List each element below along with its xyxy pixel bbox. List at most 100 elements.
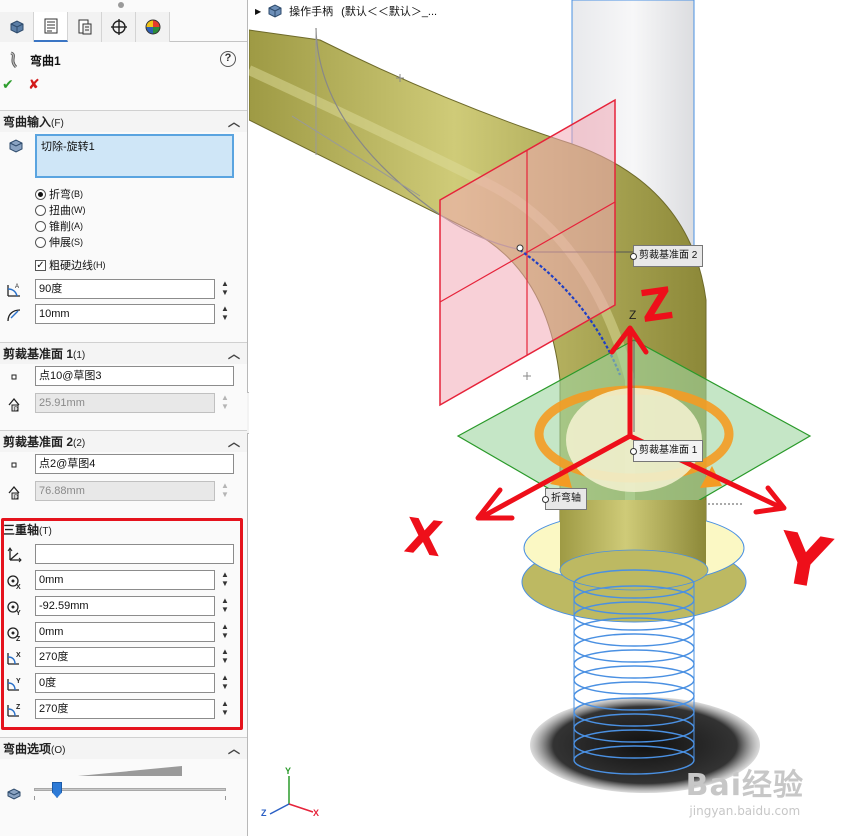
bend-radius-field[interactable]: 10mm xyxy=(35,304,215,324)
z-position-icon: Z xyxy=(4,623,24,643)
chevron-up-icon[interactable]: ︿ xyxy=(228,738,240,760)
flex-input-header[interactable]: 弯曲输入(F) ︿ xyxy=(0,110,247,133)
bend-angle-field[interactable]: 90度 xyxy=(35,279,215,299)
triad-selection-field[interactable] xyxy=(35,544,234,564)
trim-plane-1-header[interactable]: 剪裁基准面 1(1) ︿ xyxy=(0,342,247,365)
point-icon xyxy=(4,367,24,387)
callout-bend-axis-label: 折弯轴 xyxy=(551,493,581,504)
svg-text:A: A xyxy=(15,284,19,290)
y-rotation-spinner[interactable]: ▲ ▼ xyxy=(219,673,231,693)
watermark-brand: Bai经验 xyxy=(685,768,804,803)
y-rotation-field[interactable]: 0度 xyxy=(35,673,215,693)
y-rotation-icon: Y xyxy=(4,674,24,694)
tab-property-manager[interactable] xyxy=(34,12,68,42)
x-position-field[interactable]: 0mm xyxy=(35,570,215,590)
triad-z-label: Z xyxy=(629,308,637,322)
tab-dimxpert-manager[interactable] xyxy=(102,12,136,42)
trim-plane-2-entity-field[interactable]: 点2@草图4 xyxy=(35,454,234,474)
chevron-up-icon[interactable]: ︿ xyxy=(228,343,240,365)
triad-header[interactable]: 三重轴(T) xyxy=(0,519,247,541)
feature-manager-icon xyxy=(10,20,23,34)
feature-title: 弯曲1 xyxy=(30,53,61,68)
radio-dot[interactable] xyxy=(35,220,46,232)
hard-edges-label: 粗硬边线 xyxy=(49,260,93,272)
accuracy-slider-track[interactable] xyxy=(34,788,226,791)
y-position-spinner[interactable]: ▲ ▼ xyxy=(219,596,231,616)
ok-button[interactable]: ✔ xyxy=(2,76,18,93)
feature-tree-breadcrumb[interactable]: ▶ 操作手柄 (默认＜＜默认＞_... xyxy=(255,2,437,20)
radio-bending[interactable]: 折弯 (B) xyxy=(35,186,83,202)
triad-title: 三重轴 xyxy=(3,523,40,537)
radio-tapering[interactable]: 锥削 (A) xyxy=(35,218,83,234)
feature-title-row: 弯曲1 ? xyxy=(6,50,244,70)
chevron-up-icon[interactable]: ︿ xyxy=(228,111,240,133)
accuracy-slider-ticks xyxy=(34,796,226,800)
view-triad-z-label: Z xyxy=(261,808,267,818)
cancel-button[interactable]: ✘ xyxy=(28,76,44,93)
tab-feature-manager[interactable] xyxy=(0,12,34,42)
flex-input-title: 弯曲输入 xyxy=(3,115,52,129)
hard-edges-checkbox[interactable]: ✓ 粗硬边线 (H) xyxy=(35,257,106,273)
svg-text:D: D xyxy=(14,495,19,501)
flex-options-key: (O) xyxy=(51,745,66,756)
radio-stretching-key: (S) xyxy=(71,237,83,247)
trim-plane-1-entity-field[interactable]: 点10@草图3 xyxy=(35,366,234,386)
graphics-viewport[interactable]: ▶ 操作手柄 (默认＜＜默认＞_... 剪裁基准面 2 剪裁基准面 1 折弯轴 … xyxy=(249,0,842,836)
panel-grip[interactable] xyxy=(118,2,124,8)
callout-trim-plane-1[interactable]: 剪裁基准面 1 xyxy=(630,440,704,462)
radio-dot[interactable] xyxy=(35,204,46,216)
callout-pin xyxy=(542,496,549,503)
expand-arrow-icon[interactable]: ▶ xyxy=(255,7,261,16)
trim-plane-1-title: 剪裁基准面 1 xyxy=(3,347,74,361)
baidu-watermark: Bai经验 jingyan.baidu.com xyxy=(686,760,804,818)
bodies-icon xyxy=(6,136,26,156)
bend-angle-spinner[interactable]: ▲ ▼ xyxy=(219,279,231,299)
trim-plane-2-title: 剪裁基准面 2 xyxy=(3,435,74,449)
callout-bend-axis[interactable]: 折弯轴 xyxy=(542,488,587,510)
bend-radius-spinner[interactable]: ▲ ▼ xyxy=(219,304,231,324)
point-icon xyxy=(4,455,24,475)
tab-display-manager[interactable] xyxy=(136,12,170,42)
help-button[interactable]: ? xyxy=(220,51,236,67)
radio-twisting[interactable]: 扭曲 (W) xyxy=(35,202,86,218)
z-rotation-field[interactable]: 270度 xyxy=(35,699,215,719)
y-position-field[interactable]: -92.59mm xyxy=(35,596,215,616)
radio-stretching[interactable]: 伸展 (S) xyxy=(35,234,83,250)
bodies-selection-box[interactable]: 切除-旋转1 xyxy=(35,134,234,178)
radio-dot[interactable] xyxy=(35,188,46,200)
svg-text:X: X xyxy=(16,584,21,590)
bend-angle-icon: A xyxy=(4,280,24,300)
display-manager-icon xyxy=(145,19,160,35)
callout-pin xyxy=(630,253,637,260)
triad-key: (T) xyxy=(39,526,52,537)
svg-text:Z: Z xyxy=(16,704,21,711)
trim-plane-2-header[interactable]: 剪裁基准面 2(2) ︿ xyxy=(0,430,247,453)
callout-trim-plane-2[interactable]: 剪裁基准面 2 xyxy=(630,245,704,267)
radio-tapering-label: 锥削 xyxy=(49,221,71,233)
radio-stretching-label: 伸展 xyxy=(49,237,71,249)
accuracy-icon xyxy=(4,784,24,804)
view-orientation-triad xyxy=(269,776,314,815)
z-rotation-icon: Z xyxy=(4,700,24,720)
z-position-field[interactable]: 0mm xyxy=(35,622,215,642)
chevron-up-icon[interactable]: ︿ xyxy=(228,431,240,453)
ok-cancel-row: ✔ ✘ xyxy=(2,76,44,93)
trim-plane-1-distance-spinner: ▲ ▼ xyxy=(221,393,229,411)
svg-text:Z: Z xyxy=(16,636,21,642)
svg-text:Y: Y xyxy=(16,610,21,616)
z-position-spinner[interactable]: ▲ ▼ xyxy=(219,622,231,642)
x-position-spinner[interactable]: ▲ ▼ xyxy=(219,570,231,590)
z-rotation-spinner[interactable]: ▲ ▼ xyxy=(219,699,231,719)
view-triad-x-label: X xyxy=(313,808,320,818)
trim-plane-2-distance-field: 76.88mm xyxy=(35,481,215,501)
x-rotation-field[interactable]: 270度 xyxy=(35,647,215,667)
x-rotation-spinner[interactable]: ▲ ▼ xyxy=(219,647,231,667)
flex-options-header[interactable]: 弯曲选项(O) ︿ xyxy=(0,737,247,760)
checkbox-checked-icon[interactable]: ✓ xyxy=(35,259,46,271)
tab-configuration-manager[interactable] xyxy=(68,12,102,42)
flex-input-key: (F) xyxy=(51,118,64,129)
radio-dot[interactable] xyxy=(35,236,46,248)
radio-bending-key: (B) xyxy=(71,189,83,199)
property-manager-panel: 弯曲1 ? ✔ ✘ 弯曲输入(F) ︿ 切除-旋转1 折弯 (B) 扭曲 (W) 锥… xyxy=(0,0,248,836)
bodies-selection-item[interactable]: 切除-旋转1 xyxy=(41,141,95,153)
